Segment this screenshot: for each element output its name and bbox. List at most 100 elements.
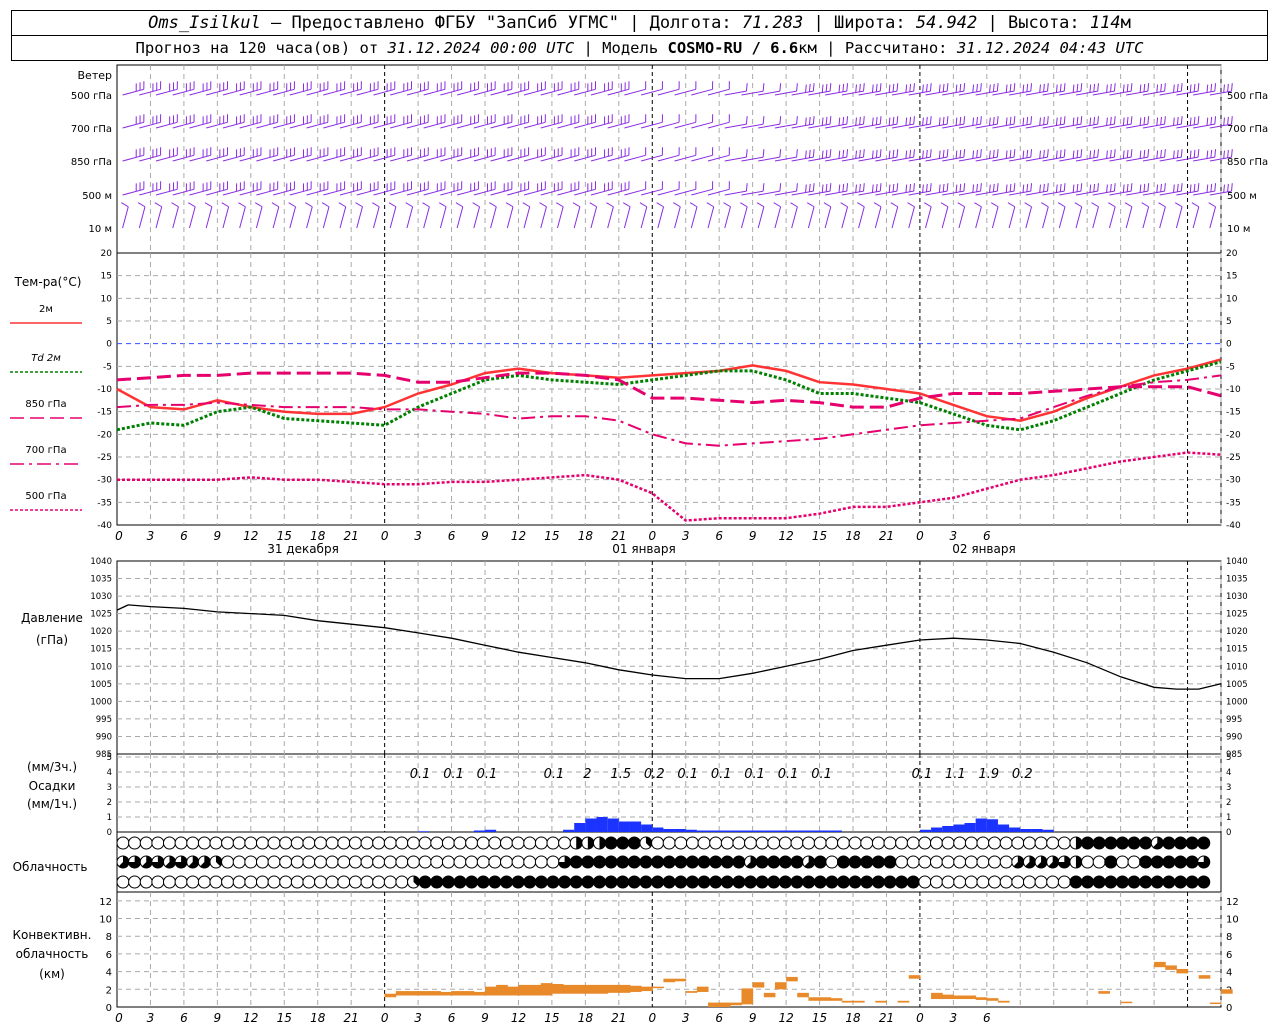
cloud-fill: [1174, 876, 1187, 888]
precip-bar: [752, 830, 764, 832]
cloud-cover-symbol: [418, 875, 432, 889]
wind-barb: [823, 202, 832, 229]
cloud-circle: [1034, 836, 1048, 850]
wind-barb-feather: [1097, 116, 1099, 125]
temp-ytick: 15: [101, 272, 112, 282]
hour-tick-label: 12: [243, 529, 258, 543]
wind-barb-feather: [790, 202, 798, 208]
wind-barb: [423, 181, 446, 196]
precip-bar: [574, 823, 586, 832]
wind-barb-feather: [989, 84, 991, 93]
cloud-cover-symbol: [1104, 836, 1118, 850]
wind-barb-feather: [238, 202, 246, 208]
wind-level-label-right: 850 гПа: [1227, 157, 1268, 168]
cloud-cover-symbol: [604, 875, 618, 889]
cloud-fill: [605, 837, 618, 849]
cloud-circle: [232, 855, 246, 869]
cloud-circle: [232, 836, 246, 850]
wind-barb-staff: [975, 206, 982, 229]
cloud-fill: [767, 876, 780, 888]
cloud-fill: [1162, 837, 1175, 849]
convective-bar: [496, 984, 508, 996]
cloud-circle: [953, 836, 967, 850]
conv-ytick-right: 4: [1226, 968, 1232, 979]
wind-level-label-right: 700 гПа: [1227, 124, 1268, 135]
precip-bar: [808, 830, 820, 832]
wind-barb-feather: [305, 202, 313, 208]
convective-bar: [931, 992, 943, 1000]
convective-bar: [618, 984, 631, 993]
cloud-cover-symbol: [616, 875, 630, 889]
cloud-cover-symbol: [569, 875, 583, 889]
cloud-cover-symbol: [778, 875, 792, 889]
cloud-circle: [720, 836, 734, 850]
convective-bar: [897, 1000, 910, 1003]
cloud-circle: [197, 836, 211, 850]
wind-barb-feather: [1147, 83, 1150, 92]
wind-barb: [171, 202, 179, 229]
convective-bar: [953, 995, 966, 1000]
convective-bar: [384, 993, 397, 998]
cloud-cover-symbol: [418, 855, 432, 869]
cloud-cover-symbol: [976, 855, 990, 869]
wind-barb-feather: [1210, 183, 1213, 192]
wind-barb-feather: [938, 184, 941, 193]
cloud-circle: [1022, 875, 1036, 889]
precip-bar: [797, 830, 809, 832]
cloud-cover-symbol: [1185, 836, 1199, 850]
cloud-cover-symbol: [709, 855, 723, 869]
cloud-circle: [1115, 855, 1129, 869]
cloud-cover-symbol: [1069, 836, 1083, 850]
wind-barb-feather: [922, 117, 924, 126]
cloud-cover-symbol: [314, 836, 328, 850]
wind-barb-feather: [972, 184, 975, 193]
cloud-circle: [418, 855, 432, 869]
wind-barb-feather: [796, 183, 798, 192]
cloud-cover-symbol: [953, 875, 967, 889]
cloud-cover-symbol: [964, 855, 978, 869]
wind-barb: [992, 116, 1016, 129]
wind-barb-feather: [871, 84, 874, 93]
cloud-fill: [1093, 876, 1106, 888]
wind-barb: [356, 147, 379, 162]
wind-barb-feather: [957, 202, 965, 208]
cloud-cover-symbol: [860, 836, 874, 850]
wind-barb: [289, 147, 312, 162]
wind-barb-staff: [356, 206, 363, 229]
cloud-cover-symbol: [186, 836, 200, 850]
wind-barb-staff: [741, 206, 748, 229]
hour-tick-label-bottom: 18: [845, 1011, 861, 1024]
wind-barb-feather: [842, 83, 845, 92]
wind-barb-feather: [909, 83, 912, 92]
cloud-cover-symbol: [883, 875, 897, 889]
wind-barb-staff: [506, 206, 514, 229]
wind-barb-feather: [779, 116, 782, 125]
cloud-fill: [430, 876, 443, 888]
convective-bar: [786, 976, 798, 982]
cloud-circle: [267, 836, 281, 850]
wind-barb-feather: [859, 149, 861, 158]
cloud-cover-symbol: [697, 836, 711, 850]
cloud-cover-symbol: [1022, 875, 1036, 889]
wind-barb-feather: [980, 149, 982, 158]
cloud-cover-symbol: [929, 875, 943, 889]
cloud-circle: [244, 875, 258, 889]
prec-title: Осадки: [29, 779, 76, 793]
temp-ytick-right: 20: [1226, 249, 1238, 259]
cloud-circle: [290, 836, 304, 850]
cloud-circle: [151, 836, 165, 850]
wind-barb-feather: [1130, 183, 1133, 192]
cloud-cover-symbol: [964, 836, 978, 850]
hour-tick-label: 3: [950, 529, 958, 543]
cloud-circle: [1092, 855, 1106, 869]
prec-ytick: 2: [107, 798, 112, 808]
wind-barb: [657, 81, 680, 96]
wind-barb-feather: [1147, 116, 1150, 125]
wind-barb: [624, 147, 647, 162]
wind-barb-feather: [1176, 183, 1179, 192]
wind-barb-feather: [1072, 117, 1075, 126]
wind-barb: [523, 181, 546, 196]
cloud-circle: [383, 836, 397, 850]
wind-barb-feather: [1005, 184, 1008, 193]
precip-bar: [618, 821, 630, 832]
